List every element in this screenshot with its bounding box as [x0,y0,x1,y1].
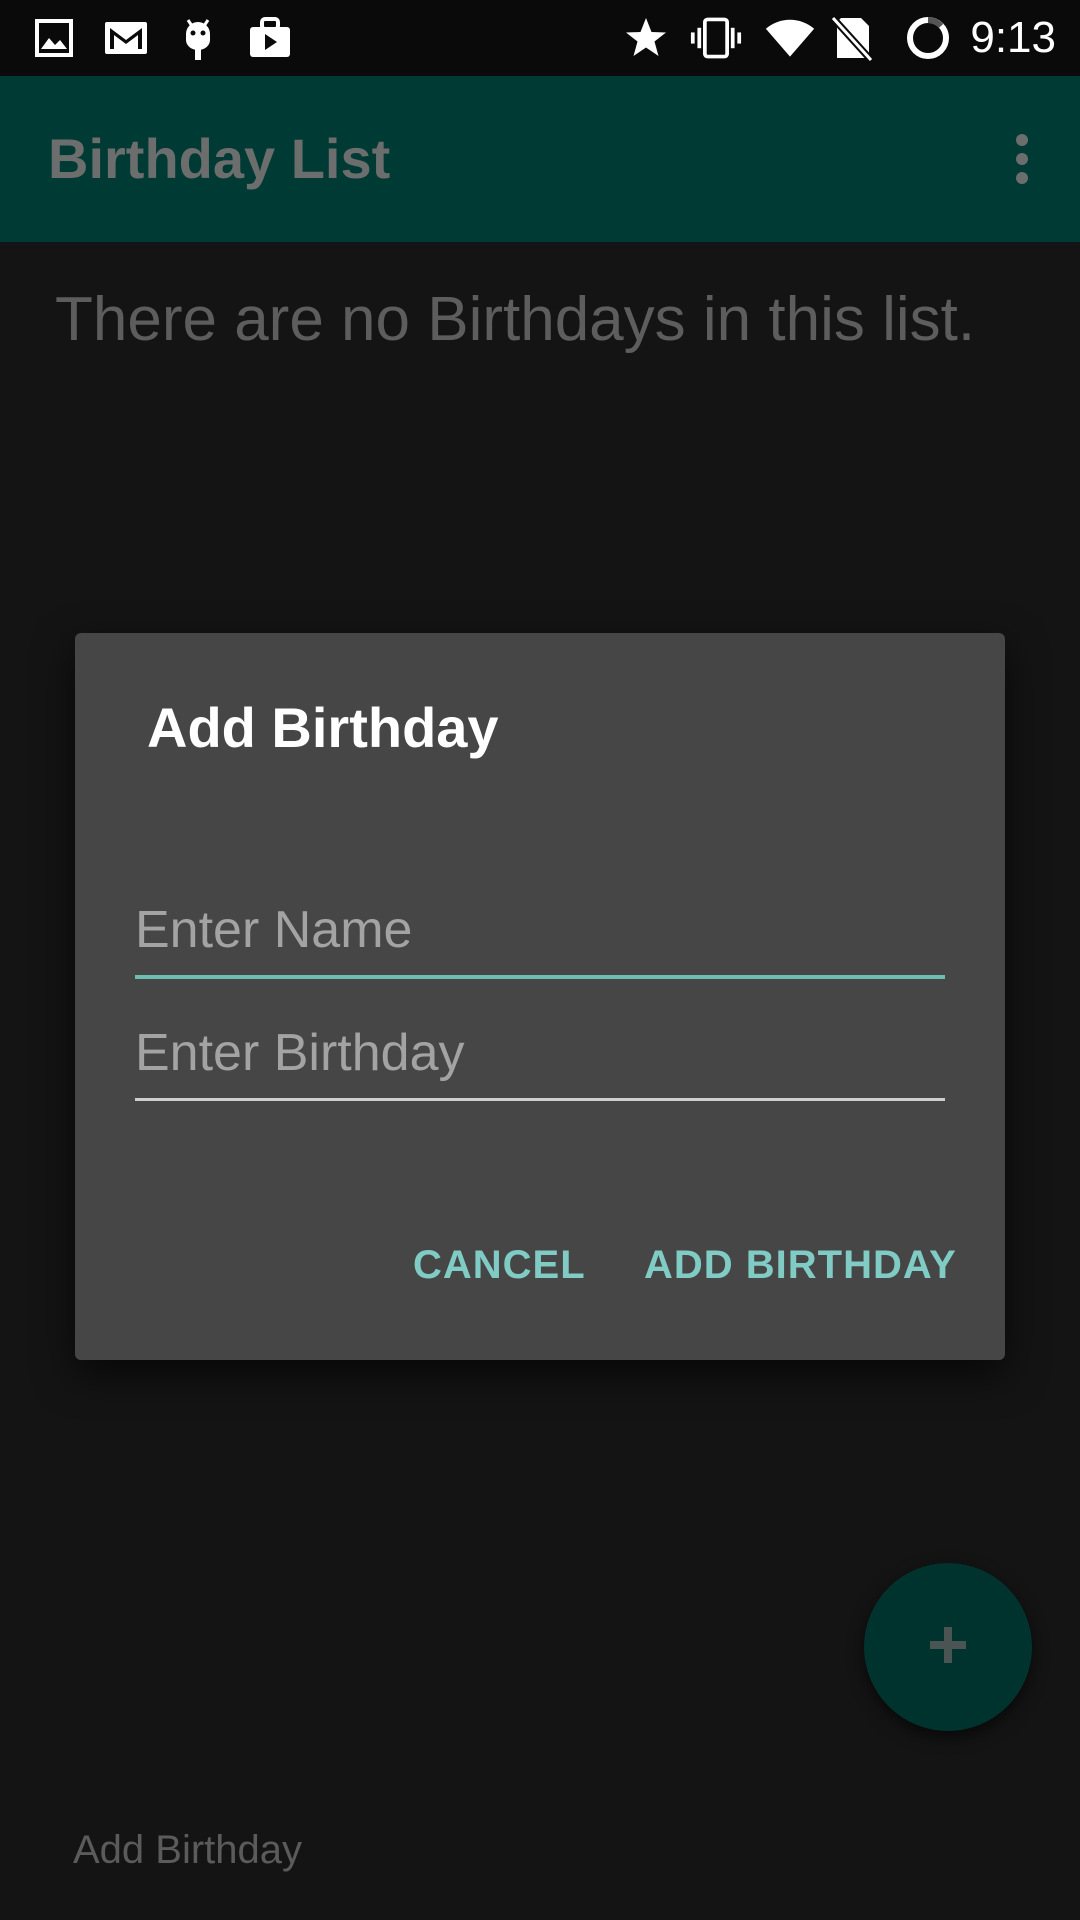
empty-list-message: There are no Birthdays in this list. [55,285,976,354]
star-icon [620,12,672,64]
name-input[interactable] [135,885,945,979]
add-birthday-dialog: Add Birthday CANCEL ADD BIRTHDAY [75,633,1005,1360]
battery-ring-icon [902,12,954,64]
plus-icon [926,1623,970,1672]
add-birthday-button[interactable]: ADD BIRTHDAY [644,1235,957,1295]
app-screen: 9:13 Birthday List There are no Birthday… [0,0,1080,1920]
image-icon [28,12,80,64]
android-icon [172,12,224,64]
add-birthday-fab[interactable] [864,1563,1032,1731]
footer-add-birthday-label: Add Birthday [73,1828,303,1872]
birthday-input[interactable] [135,1008,945,1101]
app-bar: Birthday List [0,76,1080,242]
vibrate-icon [690,12,742,64]
status-time: 9:13 [970,13,1056,62]
cancel-button[interactable]: CANCEL [413,1235,586,1295]
dialog-title: Add Birthday [147,696,499,759]
no-sim-icon [826,12,878,64]
gmail-icon [100,12,152,64]
play-store-icon [244,12,296,64]
wifi-icon [764,12,816,64]
more-vert-icon[interactable] [994,126,1050,192]
app-title: Birthday List [48,127,391,190]
status-bar: 9:13 [0,0,1080,76]
